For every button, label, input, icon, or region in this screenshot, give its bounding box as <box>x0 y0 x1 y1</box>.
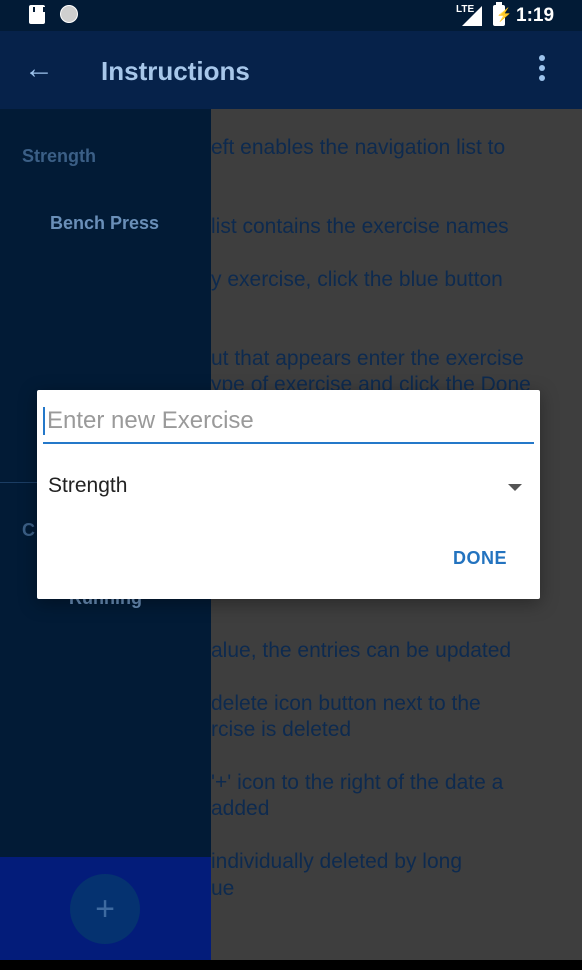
exercise-input-wrapper <box>43 404 534 444</box>
more-vertical-icon[interactable] <box>538 55 546 87</box>
instruction-text: y exercise, click the blue button <box>211 268 503 291</box>
done-button[interactable]: DONE <box>453 548 507 569</box>
instruction-text: ue <box>211 877 235 900</box>
battery-icon: ⚡ <box>493 2 512 26</box>
exercise-type-value: Strength <box>48 474 128 497</box>
drawer-section-header: Strength <box>22 146 96 166</box>
exercise-name-input[interactable] <box>44 404 527 438</box>
arrow-left-icon[interactable]: ← <box>24 51 54 87</box>
instruction-text: individually deleted by long <box>211 850 463 873</box>
instruction-text: rcise is deleted <box>211 718 352 741</box>
instruction-text: delete icon button next to the <box>211 692 481 715</box>
instruction-text: '+' icon to the right of the date a <box>211 771 504 794</box>
instruction-text: added <box>211 797 270 820</box>
chevron-down-icon <box>508 484 522 491</box>
clock: 1:19 <box>516 5 555 26</box>
instruction-text: ut that appears enter the exercise <box>211 347 524 370</box>
exercise-type-select[interactable]: Strength <box>48 474 522 504</box>
signal-icon <box>462 6 482 26</box>
plus-icon: + <box>95 890 115 928</box>
system-nav-bar <box>0 960 582 970</box>
new-exercise-dialog: Strength DONE <box>37 390 540 599</box>
add-exercise-button[interactable]: + <box>70 874 140 944</box>
sync-status-icon <box>60 5 78 23</box>
instruction-text: alue, the entries can be updated <box>211 639 512 662</box>
sd-card-icon <box>29 5 45 24</box>
status-bar: LTE ⚡ 1:19 <box>0 0 582 31</box>
app-bar: ← Instructions <box>0 31 582 109</box>
drawer-item-bench-press[interactable]: Bench Press <box>50 213 159 234</box>
drawer-section-header: C <box>22 520 35 540</box>
page-title: Instructions <box>101 56 250 86</box>
instruction-text: eft enables the navigation list to <box>211 136 506 159</box>
instruction-text: list contains the exercise names <box>211 215 509 238</box>
